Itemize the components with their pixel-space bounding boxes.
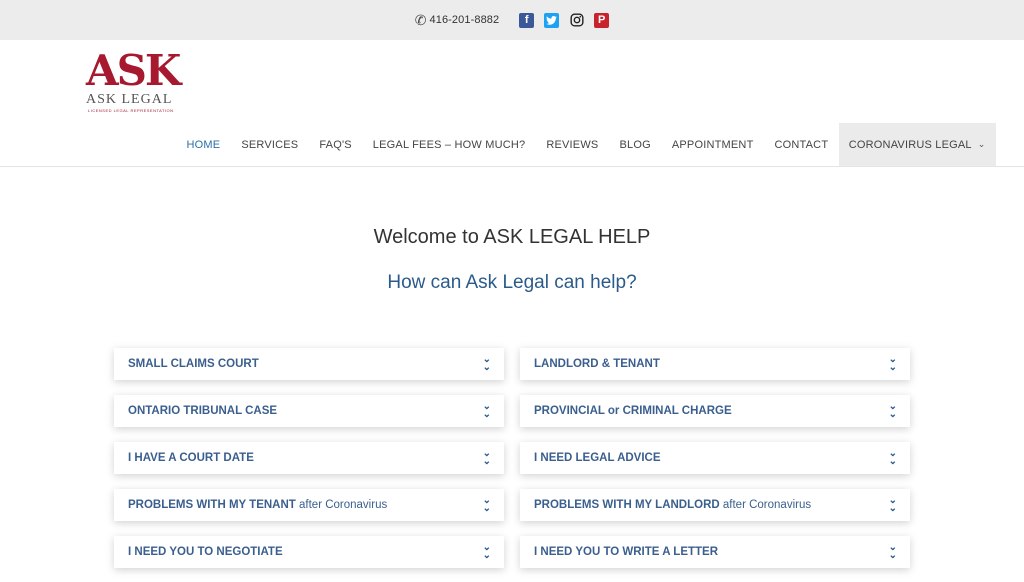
accordion-negotiate[interactable]: I NEED YOU TO NEGOTIATE ⌄ ⌄ bbox=[114, 536, 504, 568]
double-chevron-down-icon: ⌄ ⌄ bbox=[482, 542, 491, 561]
ask-legal-logo[interactable]: ASK ASK LEGAL LICENSED LEGAL REPRESENTAT… bbox=[86, 46, 190, 114]
accordion-write-letter[interactable]: I NEED YOU TO WRITE A LETTER ⌄ ⌄ bbox=[520, 536, 910, 568]
double-chevron-down-icon: ⌄ ⌄ bbox=[482, 495, 491, 514]
accordion-label: I NEED LEGAL ADVICE bbox=[534, 452, 661, 464]
accordion-label: PROBLEMS WITH MY TENANT after Coronaviru… bbox=[128, 499, 388, 511]
double-chevron-down-icon: ⌄ ⌄ bbox=[888, 542, 897, 561]
accordion-court-date[interactable]: I HAVE A COURT DATE ⌄ ⌄ bbox=[114, 442, 504, 474]
nav-divider bbox=[0, 166, 1024, 167]
help-subheading: How can Ask Legal can help? bbox=[387, 272, 637, 293]
nav-appointment[interactable]: APPOINTMENT bbox=[661, 123, 764, 166]
double-chevron-down-icon: ⌄ ⌄ bbox=[888, 448, 897, 467]
phone-icon: ✆ bbox=[414, 11, 427, 28]
instagram-icon[interactable] bbox=[569, 13, 584, 28]
accordion-legal-advice[interactable]: I NEED LEGAL ADVICE ⌄ ⌄ bbox=[520, 442, 910, 474]
nav-contact[interactable]: CONTACT bbox=[764, 123, 839, 166]
accordion-label: I HAVE A COURT DATE bbox=[128, 452, 254, 464]
accordion-label: ONTARIO TRIBUNAL CASE bbox=[128, 405, 278, 417]
twitter-icon[interactable] bbox=[544, 12, 560, 28]
nav-home[interactable]: HOME bbox=[176, 123, 231, 166]
accordion-provincial-criminal[interactable]: PROVINCIAL or CRIMINAL CHARGE ⌄ ⌄ bbox=[520, 395, 910, 427]
double-chevron-down-icon: ⌄ ⌄ bbox=[888, 401, 897, 420]
nav-blog[interactable]: BLOG bbox=[609, 123, 661, 166]
accordion-label: PROBLEMS WITH MY LANDLORD after Coronavi… bbox=[534, 499, 812, 511]
facebook-icon[interactable]: f bbox=[519, 12, 535, 28]
phone-contact[interactable]: ✆ 416-201-8882 bbox=[415, 12, 499, 29]
nav-services[interactable]: SERVICES bbox=[231, 123, 309, 166]
accordion-label: I NEED YOU TO WRITE A LETTER bbox=[534, 546, 719, 558]
nav-reviews[interactable]: REVIEWS bbox=[536, 123, 609, 166]
welcome-heading: Welcome to ASK LEGAL HELP bbox=[373, 226, 651, 248]
accordion-landlord-tenant[interactable]: LANDLORD & TENANT ⌄ ⌄ bbox=[520, 348, 910, 380]
nav-faqs[interactable]: FAQ'S bbox=[309, 123, 362, 166]
accordion-ontario-tribunal[interactable]: ONTARIO TRIBUNAL CASE ⌄ ⌄ bbox=[114, 395, 504, 427]
nav-coronavirus-legal[interactable]: CORONAVIRUS LEGAL ⌄ bbox=[838, 123, 996, 166]
double-chevron-down-icon: ⌄ ⌄ bbox=[888, 495, 897, 514]
logo-subtitle: ASK LEGAL bbox=[86, 92, 173, 107]
top-bar: ✆ 416-201-8882 f P bbox=[0, 0, 1024, 40]
nav-coronavirus-label: CORONAVIRUS LEGAL bbox=[848, 138, 972, 151]
accordion-tenant-problems[interactable]: PROBLEMS WITH MY TENANT after Coronaviru… bbox=[114, 489, 504, 521]
accordion-small-claims[interactable]: SMALL CLAIMS COURT ⌄ ⌄ bbox=[114, 348, 504, 380]
accordion-label: PROVINCIAL or CRIMINAL CHARGE bbox=[534, 405, 732, 417]
accordion-label: I NEED YOU TO NEGOTIATE bbox=[128, 546, 283, 558]
chevron-down-icon: ⌄ bbox=[977, 139, 986, 149]
double-chevron-down-icon: ⌄ ⌄ bbox=[482, 401, 491, 420]
double-chevron-down-icon: ⌄ ⌄ bbox=[482, 448, 491, 467]
accordion-label: LANDLORD & TENANT bbox=[534, 358, 660, 370]
pinterest-icon[interactable]: P bbox=[594, 12, 610, 28]
nav-legal-fees[interactable]: LEGAL FEES – HOW MUCH? bbox=[362, 123, 536, 166]
logo-tagline: LICENSED LEGAL REPRESENTATION bbox=[88, 108, 174, 113]
accordion-label: SMALL CLAIMS COURT bbox=[128, 358, 259, 370]
double-chevron-down-icon: ⌄ ⌄ bbox=[482, 354, 491, 373]
logo-wordmark: ASK bbox=[86, 46, 181, 95]
accordion-landlord-problems[interactable]: PROBLEMS WITH MY LANDLORD after Coronavi… bbox=[520, 489, 910, 521]
main-nav: HOME SERVICES FAQ'S LEGAL FEES – HOW MUC… bbox=[176, 123, 996, 166]
phone-number[interactable]: 416-201-8882 bbox=[430, 14, 500, 26]
double-chevron-down-icon: ⌄ ⌄ bbox=[888, 354, 897, 373]
